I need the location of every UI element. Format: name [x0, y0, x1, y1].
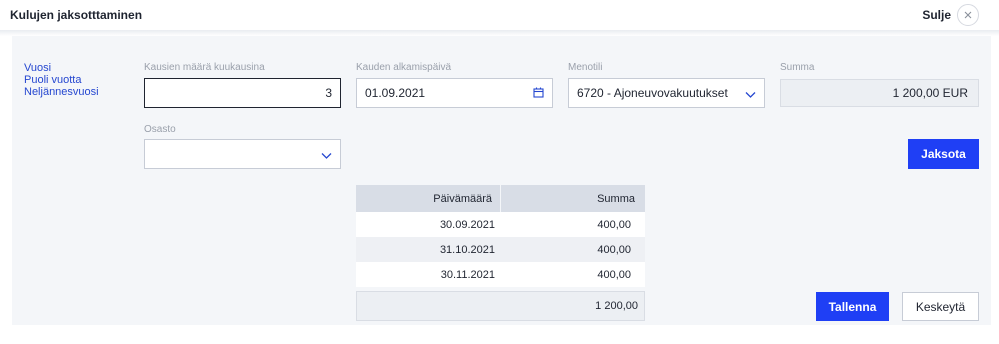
table-row: 31.10.2021 400,00 [356, 237, 645, 262]
calendar-icon[interactable] [533, 87, 544, 101]
save-button[interactable]: Tallenna [816, 292, 889, 321]
periods-label: Kausien määrä kuukausina [144, 62, 265, 73]
column-header-date[interactable]: Päivämäärä [356, 185, 501, 212]
period-link-half-year[interactable]: Puoli vuotta [24, 74, 99, 86]
amount-field: 1 200,00 EUR [780, 79, 979, 107]
allocate-button[interactable]: Jaksota [908, 139, 979, 169]
periods-input[interactable]: 3 [144, 78, 341, 108]
expense-account-label: Menotili [568, 62, 603, 73]
period-link-quarter[interactable]: Neljännesvuosi [24, 86, 99, 98]
department-select[interactable] [144, 139, 341, 169]
allocation-table: Päivämäärä Summa 30.09.2021 400,00 31.10… [356, 185, 645, 287]
row-date: 30.09.2021 [439, 218, 495, 231]
amount-value: 1 200,00 EUR [892, 86, 968, 100]
period-presets: Vuosi Puoli vuotta Neljännesvuosi [24, 62, 99, 98]
expense-account-value: 6720 - Ajoneuvovakuutukset [577, 86, 728, 100]
dialog-title: Kulujen jaksotttaminen [10, 8, 143, 22]
close-label[interactable]: Sulje [922, 8, 951, 22]
column-header-amount[interactable]: Summa [501, 185, 645, 212]
row-date: 30.11.2021 [440, 268, 495, 281]
periods-value: 3 [325, 86, 332, 100]
start-date-value: 01.09.2021 [365, 86, 426, 100]
table-total: 1 200,00 [356, 291, 645, 321]
chevron-down-icon [745, 88, 756, 102]
department-label: Osasto [144, 124, 176, 135]
period-link-year[interactable]: Vuosi [24, 62, 99, 74]
close-button[interactable] [957, 4, 979, 26]
chevron-down-icon [321, 149, 332, 163]
start-date-label: Kauden alkamispäivä [356, 62, 452, 73]
amount-label: Summa [780, 62, 815, 73]
expense-account-select[interactable]: 6720 - Ajoneuvovakuutukset [568, 78, 765, 108]
dialog-header: Kulujen jaksotttaminen Sulje [0, 0, 999, 30]
table-row: 30.09.2021 400,00 [356, 212, 645, 237]
total-value: 1 200,00 [595, 300, 638, 312]
start-date-input[interactable]: 01.09.2021 [356, 78, 553, 108]
row-date: 31.10.2021 [439, 243, 495, 256]
cancel-button[interactable]: Keskeytä [902, 292, 979, 321]
row-amount: 400,00 [597, 243, 631, 256]
row-amount: 400,00 [597, 218, 631, 231]
close-icon [964, 11, 972, 19]
table-header: Päivämäärä Summa [356, 185, 645, 212]
row-amount: 400,00 [597, 268, 631, 281]
table-row: 30.11.2021 400,00 [356, 262, 645, 287]
